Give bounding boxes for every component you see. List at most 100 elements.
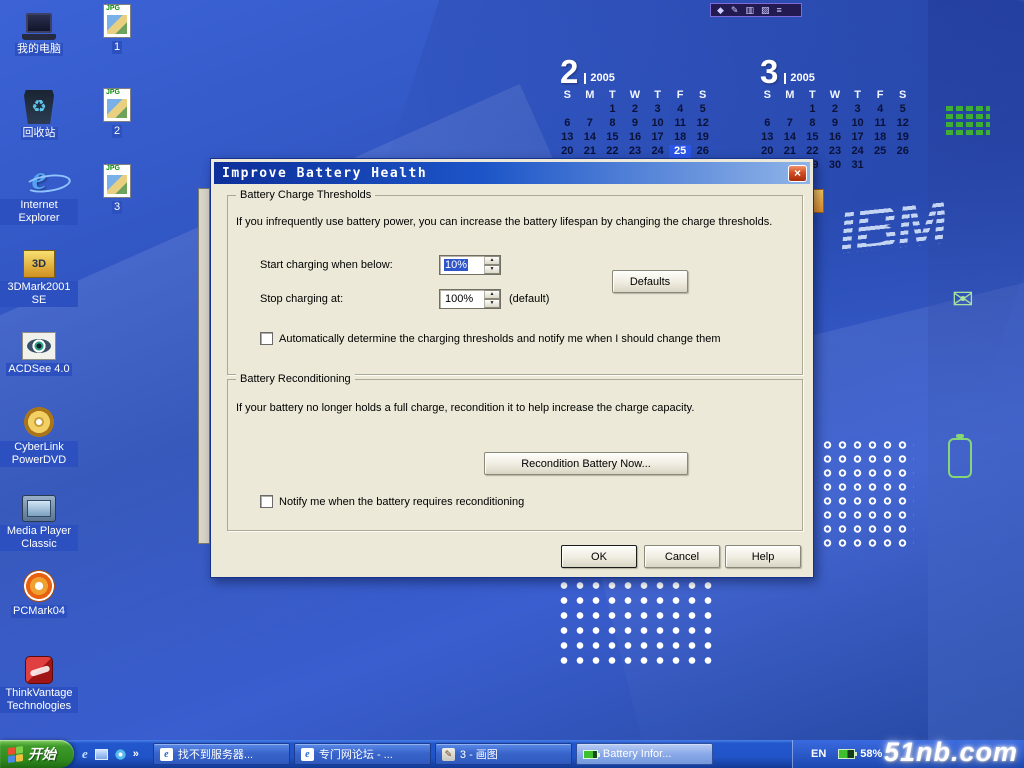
desktop-icon-pcmark04[interactable]: PCMark04	[0, 564, 78, 618]
floating-toolbar[interactable]: ◆ ✎ ▥ ▨ ≡	[710, 3, 802, 17]
calendar-cell: 23	[824, 145, 847, 158]
ok-button[interactable]: OK	[561, 545, 637, 568]
toolbar-grid-icon[interactable]: ▥	[745, 6, 754, 15]
close-button[interactable]: ×	[788, 165, 807, 182]
calendar-cell: 5	[691, 103, 714, 116]
calendar-cell	[756, 103, 779, 116]
spinner-down-button[interactable]: ▼	[484, 265, 500, 274]
dialog-title-bar[interactable]: Improve Battery Health ×	[214, 162, 810, 184]
calendar-title: 3 2005	[756, 54, 914, 86]
recondition-battery-button[interactable]: Recondition Battery Now...	[484, 452, 688, 475]
media-player-quicklaunch-icon[interactable]	[115, 749, 126, 760]
jpg-file-icon: JPG	[103, 160, 131, 198]
task-button-server-not-found[interactable]: e 找不到服务器...	[153, 743, 290, 765]
windows-logo-icon	[8, 745, 23, 762]
icon-label: ACDSee 4.0	[6, 363, 71, 376]
task-label: 专门网论坛 - ...	[319, 746, 393, 762]
start-threshold-spinner[interactable]: 10% ▲ ▼	[439, 255, 501, 275]
calendar-cell	[779, 103, 802, 116]
ie-icon: e	[301, 748, 314, 761]
thresholds-description: If you infrequently use battery power, y…	[236, 216, 798, 228]
toolbar-menu-icon[interactable]: ≡	[777, 6, 782, 15]
calendar-cell: 10	[846, 117, 869, 130]
green-grid-icon	[946, 106, 990, 143]
checkbox-label: Notify me when the battery requires reco…	[279, 496, 524, 508]
start-button[interactable]: 开始	[0, 740, 74, 768]
desktop-icon-powerdvd[interactable]: CyberLink PowerDVD	[0, 400, 78, 467]
calendar-cell: 6	[556, 117, 579, 130]
desktop-icon-jpg-3[interactable]: JPG 3	[78, 160, 156, 214]
task-button-paint[interactable]: ✎ 3 - 画图	[435, 743, 572, 765]
notify-reconditioning-checkbox-row[interactable]: Notify me when the battery requires reco…	[260, 496, 524, 508]
calendar-cell: 17	[846, 131, 869, 144]
stop-threshold-spinner[interactable]: 100% ▲ ▼	[439, 289, 501, 309]
calendar-cell: 12	[891, 117, 914, 130]
desktop-icon-my-computer[interactable]: 我的电脑	[0, 2, 78, 56]
calendar-cell: 6	[756, 117, 779, 130]
calendar-cell: 16	[824, 131, 847, 144]
desktop-icon-media-player-classic[interactable]: Media Player Classic	[0, 484, 78, 551]
defaults-button[interactable]: Defaults	[612, 270, 688, 293]
task-label: Battery Infor...	[603, 748, 671, 760]
calendar-cell: M	[779, 89, 802, 102]
calendar-title: 2 2005	[556, 54, 714, 86]
auto-determine-checkbox-row[interactable]: Automatically determine the charging thr…	[260, 333, 720, 345]
battery-tray-indicator[interactable]: 58%	[838, 748, 882, 760]
calendar-cell: 13	[756, 131, 779, 144]
icon-label: 1	[112, 41, 122, 54]
task-button-forum[interactable]: e 专门网论坛 - ...	[294, 743, 431, 765]
task-button-battery-information[interactable]: Battery Infor...	[576, 743, 713, 765]
calendar-cell: 7	[779, 117, 802, 130]
thinkvantage-icon	[25, 646, 53, 684]
toolbar-pen-icon[interactable]: ✎	[731, 6, 739, 15]
desktop-icon-acdsee[interactable]: ACDSee 4.0	[0, 322, 78, 376]
icon-label: 2	[112, 125, 122, 138]
calendar-cell	[869, 159, 892, 172]
calendar-cell: 24	[646, 145, 669, 158]
calendar-march: 3 2005 SMTWTFS12345678910111213141516171…	[756, 54, 914, 172]
taskbar: 开始 e » e 找不到服务器... e 专门网论坛 - ... ✎ 3 - 画…	[0, 740, 1024, 768]
calendar-cell: 13	[556, 131, 579, 144]
3dmark-icon: 3D	[23, 240, 55, 278]
dot-grid-decoration	[556, 578, 712, 670]
calendar-cell: 4	[869, 103, 892, 116]
language-indicator[interactable]: EN	[811, 748, 826, 760]
jpg-file-icon: JPG	[103, 0, 131, 38]
notify-reconditioning-checkbox[interactable]	[260, 495, 273, 508]
stop-charging-label: Stop charging at:	[260, 293, 343, 305]
desktop-icon-internet-explorer[interactable]: e Internet Explorer	[0, 158, 78, 225]
auto-determine-checkbox[interactable]	[260, 332, 273, 345]
calendar-cell: 18	[869, 131, 892, 144]
spinner-down-button[interactable]: ▼	[484, 299, 500, 308]
calendar-cell: 20	[756, 145, 779, 158]
show-desktop-icon[interactable]	[95, 749, 108, 760]
toolbar-pattern-icon[interactable]: ▨	[761, 6, 770, 15]
calendar-cell: 8	[801, 117, 824, 130]
quicklaunch-chevron-icon[interactable]: »	[133, 748, 139, 760]
desktop-icon-thinkvantage[interactable]: ThinkVantage Technologies	[0, 646, 78, 713]
desktop-icon-jpg-1[interactable]: JPG 1	[78, 0, 156, 54]
icon-label: 回收站	[21, 127, 58, 140]
calendar-cell: 1	[801, 103, 824, 116]
spinner-up-button[interactable]: ▲	[484, 290, 500, 299]
spinner-up-button[interactable]: ▲	[484, 256, 500, 265]
quick-launch: e »	[74, 746, 147, 762]
desktop-icon-jpg-2[interactable]: JPG 2	[78, 84, 156, 138]
improve-battery-health-dialog: Improve Battery Health × Battery Charge …	[210, 158, 814, 578]
ibm-logo-watermark: IBM	[835, 187, 949, 269]
task-label: 找不到服务器...	[178, 746, 253, 762]
icon-label: 我的电脑	[15, 43, 63, 56]
toolbar-icon-1[interactable]: ◆	[717, 6, 724, 15]
cancel-button[interactable]: Cancel	[644, 545, 720, 568]
desktop-icon-3dmark2001[interactable]: 3D 3DMark2001 SE	[0, 240, 78, 307]
icon-label: Internet Explorer	[0, 199, 78, 225]
battery-charge-thresholds-group: Battery Charge Thresholds If you infrequ…	[227, 195, 803, 375]
battery-icon	[583, 750, 598, 759]
desktop-icon-recycle-bin[interactable]: ♻ 回收站	[0, 86, 78, 140]
help-button[interactable]: Help	[725, 545, 801, 568]
calendar-cell: 26	[891, 145, 914, 158]
calendar-february: 2 2005 SMTWTFS12345678910111213141516171…	[556, 54, 714, 172]
ie-quicklaunch-icon[interactable]: e	[82, 746, 88, 762]
calendar-cell: 21	[579, 145, 602, 158]
calendar-cell: 22	[801, 145, 824, 158]
